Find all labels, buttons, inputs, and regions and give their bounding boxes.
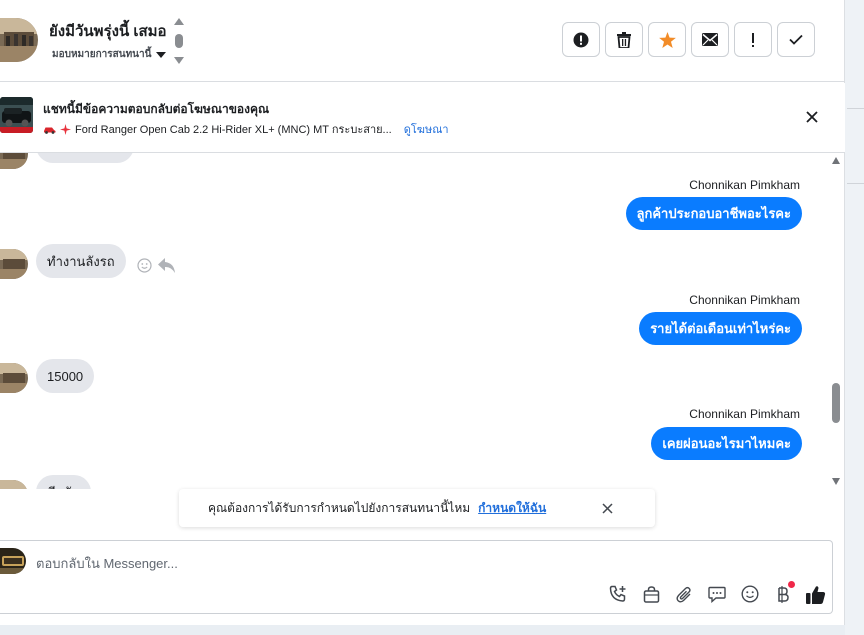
exclamation-icon	[752, 32, 754, 47]
message-scrollbar[interactable]	[828, 153, 845, 489]
scroll-down-arrow-icon[interactable]	[832, 478, 840, 485]
check-icon	[789, 34, 803, 45]
message-list: Chonnikan Pimkham ลูกค้าประกอบอาชีพอะไรค…	[0, 153, 845, 489]
car-icon	[44, 127, 56, 134]
thumbs-up-icon	[806, 585, 826, 604]
assign-notice-text: คุณต้องการได้รับการกำหนดไปยังการสนทนานี้…	[208, 500, 471, 515]
assign-to-me-link[interactable]: กำหนดให้ฉัน	[478, 499, 546, 518]
reply-composer	[0, 540, 833, 614]
mail-icon	[702, 33, 718, 46]
emoji-button[interactable]	[739, 583, 761, 605]
star-button[interactable]	[648, 22, 686, 57]
assign-label: มอบหมายการสนทนานี้	[52, 49, 152, 60]
contact-mini-avatar	[0, 153, 28, 169]
shopping-bag-icon	[643, 585, 659, 603]
divider	[847, 183, 864, 184]
next-thread-icon[interactable]	[174, 57, 184, 64]
scroll-up-arrow-icon[interactable]	[832, 157, 840, 164]
phone-plus-icon	[609, 585, 626, 602]
ad-subtitle: Ford Ranger Open Cab 2.2 Hi-Rider XL+ (M…	[75, 124, 392, 136]
send-like-button[interactable]	[805, 583, 827, 605]
thread-title: ยังมีวันพรุ่งนี้ เสมอ	[49, 23, 167, 40]
follow-up-button[interactable]	[734, 22, 772, 57]
divider	[847, 108, 864, 109]
ad-thumbnail[interactable]	[0, 97, 33, 133]
close-icon	[601, 502, 613, 514]
stepper-handle	[175, 34, 183, 48]
thread-navigation-stepper[interactable]	[173, 18, 185, 64]
scrollbar-thumb[interactable]	[832, 383, 840, 423]
contact-mini-avatar	[0, 480, 28, 489]
sender-name: Chonnikan Pimkham	[689, 407, 800, 421]
outgoing-message-bubble[interactable]: ลูกค้าประกอบอาชีพอะไรคะ	[625, 197, 802, 230]
outgoing-message-bubble[interactable]: รายได้ต่อเดือนเท่าไหร่คะ	[639, 312, 802, 345]
contact-mini-avatar	[0, 249, 28, 279]
star-icon	[658, 31, 676, 48]
ad-subtitle-row: Ford Ranger Open Cab 2.2 Hi-Rider XL+ (M…	[43, 120, 449, 138]
shop-button[interactable]	[640, 583, 662, 605]
message-hover-actions	[137, 258, 175, 273]
assign-notice: คุณต้องการได้รับการกำหนดไปยังการสนทนานี้…	[179, 489, 655, 527]
sparkle-icon	[60, 123, 71, 135]
sender-name: Chonnikan Pimkham	[689, 293, 800, 307]
thread-header: ยังมีวันพรุ่งนี้ เสมอ มอบหมายการสนทนานี้	[0, 0, 845, 82]
incoming-message-bubble[interactable]: 15000	[36, 359, 95, 393]
trash-icon	[617, 31, 631, 48]
alert-circle-icon	[573, 32, 589, 47]
incoming-message-bubble[interactable]: มีครับ	[36, 475, 91, 489]
ad-reply-title: แชทนี้มีข้อความตอบกลับต่อโฆษณาของคุณ	[43, 102, 270, 116]
baht-icon	[778, 586, 789, 603]
reply-input[interactable]	[36, 553, 576, 573]
notification-dot	[788, 581, 795, 588]
mark-done-button[interactable]	[777, 22, 815, 57]
close-notice-button[interactable]	[599, 500, 615, 516]
incoming-message-bubble[interactable]: ทำงานลังรถ	[36, 244, 126, 278]
saved-replies-button[interactable]	[706, 583, 728, 605]
outgoing-message-bubble[interactable]: เคยผ่อนอะไรมาไหมคะ	[651, 427, 802, 460]
call-button[interactable]	[607, 583, 629, 605]
react-emoji-icon[interactable]	[137, 258, 152, 273]
assign-dropdown[interactable]: มอบหมายการสนทนานี้	[52, 47, 167, 62]
mark-unread-button[interactable]	[691, 22, 729, 57]
composer-tools	[607, 581, 827, 605]
page-avatar	[0, 548, 26, 574]
delete-button[interactable]	[605, 22, 643, 57]
ad-reply-banner: แชทนี้มีข้อความตอบกลับต่อโฆษณาของคุณ For…	[0, 83, 845, 153]
contact-avatar[interactable]	[0, 18, 38, 62]
sender-name: Chonnikan Pimkham	[689, 178, 800, 192]
view-ad-link[interactable]: ดูโฆษณา	[404, 120, 449, 138]
caret-down-icon	[156, 51, 167, 58]
close-ad-banner-button[interactable]	[801, 106, 823, 128]
inbox-thread-panel: ยังมีวันพรุ่งนี้ เสมอ มอบหมายการสนทนานี้	[0, 0, 845, 625]
contact-mini-avatar	[0, 363, 28, 393]
thread-actions	[562, 22, 815, 57]
reply-icon[interactable]	[158, 258, 175, 273]
paperclip-icon	[675, 586, 691, 603]
incoming-message-bubble[interactable]	[36, 153, 134, 163]
attach-button[interactable]	[673, 583, 695, 605]
mark-spam-button[interactable]	[562, 22, 600, 57]
previous-thread-icon[interactable]	[174, 18, 184, 25]
emoji-icon	[741, 585, 759, 603]
adjacent-panel-edge	[845, 0, 864, 635]
close-icon	[806, 111, 818, 123]
message-icon	[708, 586, 726, 603]
payment-button[interactable]	[772, 581, 795, 605]
